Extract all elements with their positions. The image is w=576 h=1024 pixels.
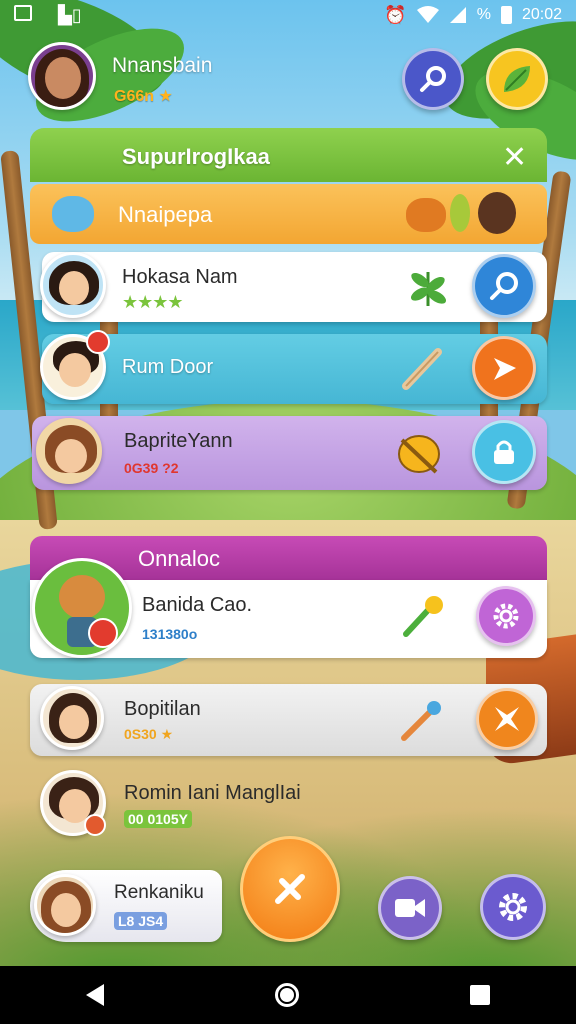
bat-icon — [402, 348, 442, 390]
online-score: 00 0105Y — [124, 810, 192, 828]
video-button[interactable] — [378, 876, 442, 940]
battery-icon — [500, 6, 512, 24]
settings-icon — [499, 893, 527, 921]
online-name: Romin Iani ManglIai — [124, 782, 301, 804]
star-x-icon — [495, 707, 519, 731]
settings-icon — [493, 603, 519, 629]
brush-icon — [401, 701, 441, 741]
online-row-romin[interactable]: Romin Iani ManglIai 00 0105Y — [36, 768, 366, 838]
main-action-button[interactable] — [240, 836, 340, 942]
badge-icon — [86, 330, 110, 354]
home-icon[interactable] — [274, 983, 299, 1007]
system-nav-bar — [0, 966, 576, 1024]
signal-icon — [449, 7, 466, 23]
friend-name: Rum Door — [122, 356, 214, 378]
avatar — [40, 252, 106, 318]
avatar — [40, 686, 104, 750]
player-avatar[interactable] — [28, 42, 96, 110]
kid-icon — [478, 192, 516, 234]
leaf-icon — [504, 66, 530, 92]
close-button[interactable]: ✕ — [502, 140, 527, 175]
gallery-icon: ▙▯ — [58, 4, 82, 25]
avatar — [34, 874, 96, 936]
play-icon — [494, 358, 516, 380]
back-icon[interactable] — [85, 984, 104, 1006]
wifi-icon — [416, 6, 439, 23]
microphone-icon — [403, 596, 443, 637]
badge-icon — [88, 618, 118, 648]
online-action-button[interactable] — [476, 688, 538, 750]
friend-row-rum-door[interactable]: Rum Door — [40, 330, 547, 404]
alarm-icon: ⏰ — [384, 4, 407, 25]
search-icon — [420, 66, 446, 92]
player-coins: G66n ★ — [114, 88, 173, 105]
settings-button[interactable] — [480, 874, 546, 940]
friends-section-header: Nnaipepa — [30, 184, 547, 244]
clock: 20:02 — [521, 6, 562, 23]
screenshot-icon — [14, 4, 32, 21]
close-icon — [275, 874, 305, 904]
badge-icon — [84, 814, 106, 836]
friend-action-button[interactable] — [472, 254, 536, 318]
battery-percent: % — [476, 6, 491, 23]
header-search-button[interactable] — [402, 48, 464, 110]
online-score: 0S30 ★ — [124, 726, 174, 742]
rating-stars: ★★★★ — [122, 292, 184, 312]
leaf-icon — [410, 272, 447, 306]
online-name: Bopitilan — [124, 698, 201, 720]
close-icon: ✕ — [502, 141, 528, 174]
blob-icon — [52, 196, 94, 232]
friend-row-baprite[interactable]: BapriteYann 0G39 ?2 — [32, 416, 547, 490]
online-section-title: Onnaloc — [138, 546, 220, 571]
friend-action-button[interactable] — [472, 420, 536, 484]
online-name: Banida Cao. — [142, 594, 253, 616]
status-bar: ▙▯ ⏰ % 20:02 — [0, 0, 576, 30]
search-icon — [490, 272, 518, 300]
lock-icon — [494, 440, 514, 464]
friend-score: 0G39 ?2 — [124, 460, 179, 476]
pineapple-icon — [406, 198, 446, 232]
friend-name: Hokasa Nam — [122, 266, 238, 288]
friends-section-title: Nnaipepa — [118, 202, 213, 227]
friend-action-button[interactable] — [472, 336, 536, 400]
profile-card[interactable]: Renkaniku L8 JS4 — [30, 870, 222, 942]
online-row-banida[interactable]: Banida Cao. 131380o — [30, 558, 547, 658]
player-name: Nnansbain — [112, 54, 213, 77]
recent-apps-icon[interactable] — [470, 985, 491, 1005]
header-leaf-button[interactable] — [486, 48, 548, 110]
online-score: 131380o — [142, 626, 198, 642]
profile-sub: L8 JS4 — [114, 912, 168, 930]
shell-icon — [398, 435, 440, 474]
video-icon — [395, 899, 425, 917]
friend-name: BapriteYann — [124, 430, 233, 452]
profile-name: Renkaniku — [114, 882, 204, 903]
avatar — [32, 558, 132, 658]
online-action-button[interactable] — [476, 586, 536, 646]
avocado-icon — [450, 194, 470, 232]
panel-title: SupurIrogIkaa — [30, 128, 547, 182]
avatar — [36, 418, 102, 484]
online-row-bopitilan[interactable]: Bopitilan 0S30 ★ — [30, 684, 547, 756]
friend-row-hokasa[interactable]: Hokasa Nam ★★★★ — [40, 252, 547, 322]
